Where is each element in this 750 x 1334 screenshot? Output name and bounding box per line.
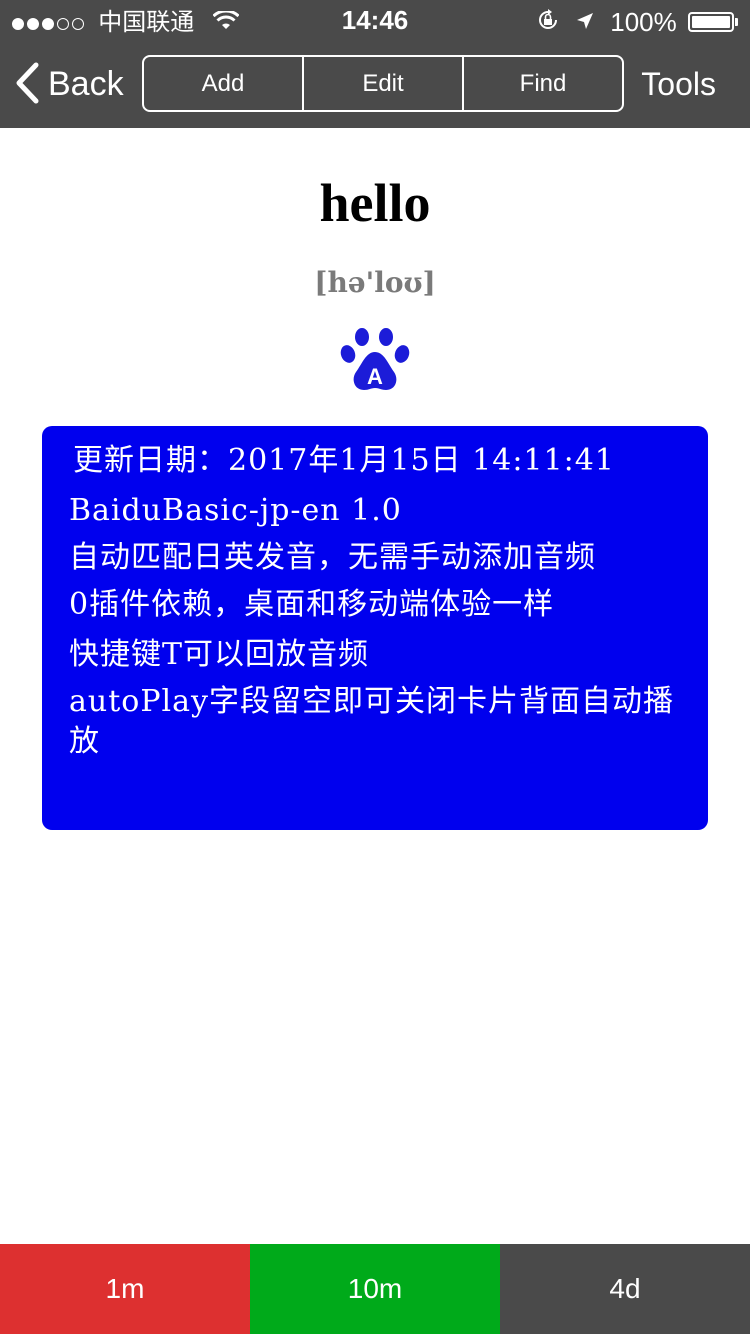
edit-button[interactable]: Edit — [302, 57, 462, 110]
status-right: 100% — [536, 6, 738, 38]
action-segmented-control: Add Edit Find — [142, 55, 624, 112]
add-button[interactable]: Add — [144, 57, 302, 110]
find-button[interactable]: Find — [462, 57, 622, 110]
answer-button-1m[interactable]: 1m — [0, 1244, 250, 1334]
card-phonetic: [hə'loʊ] — [314, 266, 436, 299]
answer-button-4d[interactable]: 4d — [500, 1244, 750, 1334]
card-word: hello — [319, 173, 431, 233]
nav-bar: Back Add Edit Find Tools — [0, 40, 750, 128]
baidu-paw-icon[interactable]: A — [340, 324, 410, 394]
back-button[interactable]: Back — [14, 62, 124, 106]
answer-button-10m[interactable]: 10m — [250, 1244, 500, 1334]
svg-text:A: A — [367, 364, 383, 389]
tools-button[interactable]: Tools — [641, 62, 716, 106]
orientation-lock-icon — [536, 8, 560, 37]
info-update-date: 更新日期：2017年1月15日 14:11:41 — [73, 443, 615, 478]
info-auto-match: 自动匹配日英发音，无需手动添加音频 — [69, 540, 596, 575]
answer-bar: 1m 10m 4d — [0, 1244, 750, 1334]
back-label: Back — [48, 65, 124, 103]
battery-icon — [688, 12, 734, 33]
info-no-plugin: 0插件依赖，桌面和移动端体验一样 — [69, 587, 555, 622]
info-card: 更新日期：2017年1月15日 14:11:41 BaiduBasic-jp-e… — [42, 426, 708, 830]
status-bar: 中国联通 14:46 100% — [0, 0, 750, 40]
location-arrow-icon — [575, 8, 595, 36]
info-autoplay: autoPlay字段留空即可关闭卡片背面自动播放 — [69, 684, 674, 759]
chevron-left-icon — [16, 62, 39, 104]
info-shortcut: 快捷键T可以回放音频 — [69, 637, 370, 672]
info-version: BaiduBasic-jp-en 1.0 — [69, 493, 402, 528]
battery-percent: 100% — [610, 7, 677, 38]
battery-tip — [735, 18, 738, 27]
